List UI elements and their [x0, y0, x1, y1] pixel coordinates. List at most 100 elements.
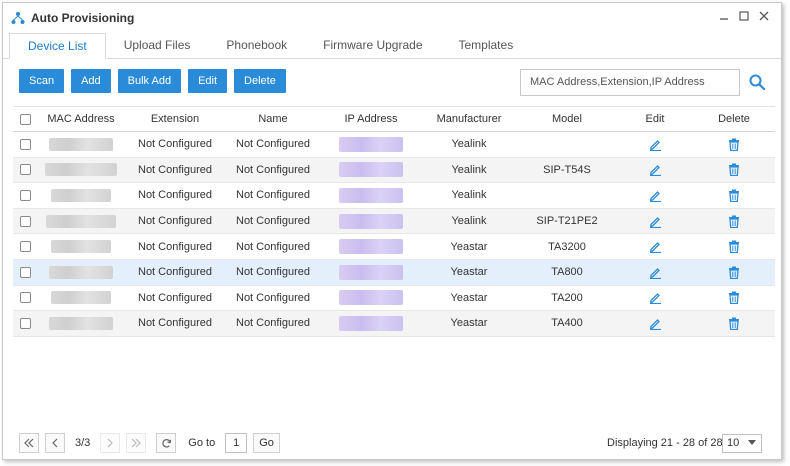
tab-firmware-upgrade[interactable]: Firmware Upgrade [305, 33, 440, 59]
title-bar: Auto Provisioning [3, 3, 781, 33]
ip-address-cell [321, 233, 421, 260]
page-size-value: 10 [727, 437, 740, 449]
tab-templates[interactable]: Templates [441, 33, 532, 59]
tab-phonebook[interactable]: Phonebook [208, 33, 305, 59]
row-checkbox-cell[interactable] [13, 157, 37, 184]
table-row[interactable]: Not Configured Not Configured Yealink SIP-T… [13, 157, 775, 184]
row-checkbox-cell[interactable] [13, 259, 37, 286]
ip-address-redacted [339, 290, 403, 306]
extension-cell: Not Configured [125, 208, 225, 235]
trash-icon[interactable] [728, 240, 740, 254]
delete-button[interactable]: Delete [234, 69, 286, 93]
refresh-button[interactable] [156, 433, 177, 453]
search-icon[interactable] [748, 73, 766, 91]
chevron-down-icon [748, 440, 756, 445]
edit-icon[interactable] [649, 266, 662, 279]
page-info: 3/3 [75, 437, 91, 449]
maximize-icon[interactable] [739, 11, 749, 21]
edit-icon[interactable] [649, 215, 662, 228]
edit-icon[interactable] [649, 138, 662, 151]
select-all-checkbox[interactable] [19, 113, 31, 125]
table-row[interactable]: Not Configured Not Configured Yeastar TA800 [13, 259, 775, 286]
ip-address-redacted [339, 162, 403, 178]
row-checkbox[interactable] [19, 266, 31, 278]
name-cell: Not Configured [225, 285, 321, 312]
edit-icon[interactable] [649, 189, 662, 203]
ip-address-redacted [339, 239, 403, 255]
mac-address-redacted [51, 188, 111, 202]
add-button[interactable]: Add [71, 69, 111, 93]
first-page-button[interactable] [19, 433, 39, 453]
tab-upload-files[interactable]: Upload Files [106, 33, 209, 59]
window-title: Auto Provisioning [31, 11, 135, 25]
row-checkbox-cell[interactable] [13, 208, 37, 235]
table-row[interactable]: Not Configured Not Configured Yealink SIP-T… [13, 208, 775, 235]
manufacturer-cell: Yeastar [421, 259, 517, 286]
ip-address-cell [321, 208, 421, 235]
search-input[interactable]: MAC Address,Extension,IP Address [520, 69, 740, 96]
select-all-header[interactable] [13, 106, 37, 132]
ip-address-cell [321, 285, 421, 312]
row-checkbox-cell[interactable] [13, 233, 37, 260]
edit-icon[interactable] [649, 163, 662, 177]
row-checkbox[interactable] [19, 190, 31, 202]
row-checkbox[interactable] [19, 164, 31, 176]
last-page-button[interactable] [126, 433, 147, 453]
go-button[interactable]: Go [253, 433, 280, 453]
mac-address-redacted [51, 240, 111, 254]
pagination: 3/3 Go to 1 Go [19, 433, 280, 453]
manufacturer-cell: Yealink [421, 157, 517, 184]
extension-cell: Not Configured [125, 182, 225, 209]
row-checkbox-cell[interactable] [13, 182, 37, 209]
page-size-select[interactable]: 10 [722, 434, 762, 453]
table-row[interactable]: Not Configured Not Configured Yeastar TA320… [13, 233, 775, 260]
edit-button[interactable]: Edit [188, 69, 228, 93]
table-row[interactable]: Not Configured Not Configured Yealink [13, 131, 775, 158]
row-checkbox-cell[interactable] [13, 285, 37, 312]
extension-cell: Not Configured [125, 131, 225, 158]
col-ip-address: IP Address [321, 106, 421, 132]
row-checkbox-cell[interactable] [13, 310, 37, 337]
row-checkbox[interactable] [19, 215, 31, 227]
row-checkbox-cell[interactable] [13, 131, 37, 158]
goto-label: Go to [188, 437, 216, 449]
row-checkbox[interactable] [19, 318, 31, 330]
scan-button[interactable]: Scan [19, 69, 65, 93]
row-checkbox[interactable] [19, 138, 31, 150]
edit-icon[interactable] [649, 240, 662, 254]
col-edit: Edit [617, 106, 693, 132]
bulk-add-button[interactable]: Bulk Add [117, 69, 182, 93]
trash-icon[interactable] [728, 138, 740, 151]
ip-address-cell [321, 157, 421, 184]
edit-icon[interactable] [649, 291, 662, 305]
trash-icon[interactable] [728, 317, 740, 331]
table-row[interactable]: Not Configured Not Configured Yealink [13, 182, 775, 209]
trash-icon[interactable] [728, 266, 740, 279]
tab-device-list[interactable]: Device List [9, 33, 106, 59]
trash-icon[interactable] [728, 189, 740, 203]
trash-icon[interactable] [728, 291, 740, 305]
edit-cell [617, 310, 693, 337]
minimize-icon[interactable] [719, 11, 729, 21]
table-row[interactable]: Not Configured Not Configured Yeastar TA400 [13, 310, 775, 337]
manufacturer-cell: Yealink [421, 131, 517, 158]
next-page-button[interactable] [100, 433, 121, 453]
ip-address-redacted [339, 136, 403, 152]
edit-cell [617, 182, 693, 209]
goto-page-input[interactable]: 1 [225, 433, 248, 453]
col-extension: Extension [125, 106, 225, 132]
prev-page-button[interactable] [45, 433, 65, 453]
model-cell: TA400 [517, 310, 617, 337]
edit-cell [617, 259, 693, 286]
mac-address-cell [37, 285, 125, 312]
table-row[interactable]: Not Configured Not Configured Yeastar TA200 [13, 285, 775, 312]
close-icon[interactable] [759, 11, 769, 21]
trash-icon[interactable] [728, 163, 740, 177]
model-cell [517, 182, 617, 209]
row-checkbox[interactable] [19, 241, 31, 253]
ip-address-redacted [339, 315, 403, 331]
edit-icon[interactable] [649, 317, 662, 331]
trash-icon[interactable] [728, 215, 740, 228]
delete-cell [693, 182, 775, 209]
row-checkbox[interactable] [19, 292, 31, 304]
